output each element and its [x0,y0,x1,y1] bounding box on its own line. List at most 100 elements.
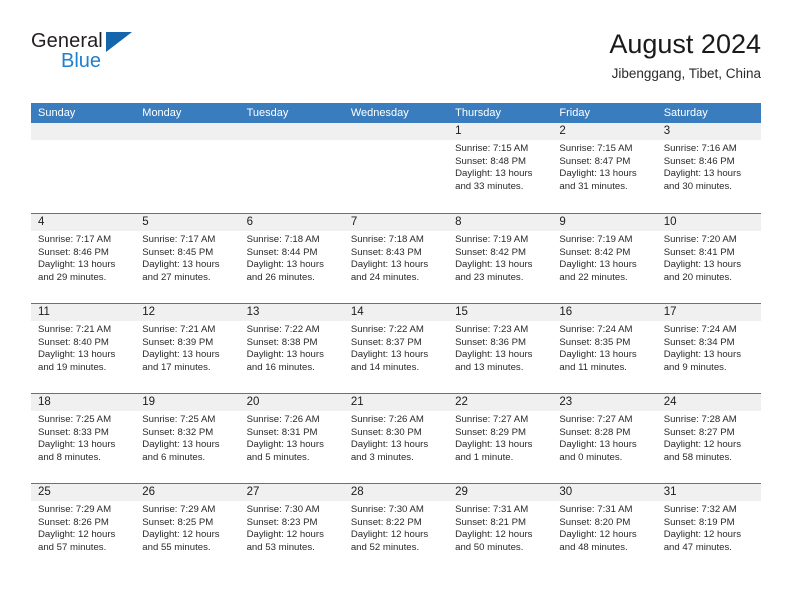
daylight-text-line2: and 48 minutes. [559,541,628,553]
calendar-day-cell[interactable]: 13 Sunrise: 7:22 AM Sunset: 8:38 PM Dayligh… [239,304,344,393]
daylight-text-line2: and 47 minutes. [663,541,732,553]
day-number: 3 [656,123,761,140]
sunset-text: Sunset: 8:45 PM [142,246,214,258]
calendar-day-cell[interactable]: 17 Sunrise: 7:24 AM Sunset: 8:34 PM Dayligh… [656,304,761,393]
weekday-header-friday: Friday [559,107,590,119]
calendar-day-cell[interactable]: 22 Sunrise: 7:27 AM Sunset: 8:29 PM Dayligh… [448,394,553,483]
day-number: 4 [31,214,136,231]
daylight-text-line1: Daylight: 12 hours [663,439,742,451]
daylight-text-line2: and 20 minutes. [663,271,732,283]
daylight-text-line1: Daylight: 13 hours [142,259,220,271]
sunrise-text: Sunrise: 7:24 AM [559,324,633,335]
day-sun-info: Sunrise: 7:24 AM Sunset: 8:35 PM Daylight:… [552,321,656,374]
day-sun-info: Sunrise: 7:28 AM Sunset: 8:27 PM Daylight:… [657,411,761,464]
sunrise-text: Sunrise: 7:21 AM [38,324,112,335]
brand-logo[interactable]: General Blue [31,30,151,82]
daylight-text-line2: and 22 minutes. [559,271,628,283]
calendar-day-cell[interactable]: 5 Sunrise: 7:17 AM Sunset: 8:45 PM Daylight… [135,214,240,303]
day-number [343,123,449,140]
calendar-day-cell[interactable]: 16 Sunrise: 7:24 AM Sunset: 8:35 PM Dayligh… [552,304,657,393]
calendar-day-cell[interactable]: 26 Sunrise: 7:29 AM Sunset: 8:25 PM Dayligh… [135,484,240,573]
daylight-text-line2: and 8 minutes. [38,451,101,463]
day-number: 22 [448,394,553,411]
day-sun-info: Sunrise: 7:19 AM Sunset: 8:42 PM Daylight:… [552,231,656,284]
sunrise-text: Sunrise: 7:22 AM [246,324,320,335]
daylight-text-line1: Daylight: 13 hours [38,259,116,271]
daylight-text-line2: and 57 minutes. [38,541,107,553]
calendar-day-cell[interactable]: 23 Sunrise: 7:27 AM Sunset: 8:28 PM Dayligh… [552,394,657,483]
day-sun-info: Sunrise: 7:30 AM Sunset: 8:23 PM Daylight:… [240,501,344,554]
weekday-header-monday: Monday [142,107,182,119]
calendar-day-cell[interactable]: 2 Sunrise: 7:15 AM Sunset: 8:47 PM Daylight… [552,123,657,213]
calendar-day-cell[interactable]: 24 Sunrise: 7:28 AM Sunset: 8:27 PM Dayligh… [656,394,761,483]
calendar-day-cell[interactable]: 11 Sunrise: 7:21 AM Sunset: 8:40 PM Dayligh… [31,304,136,393]
day-sun-info: Sunrise: 7:15 AM Sunset: 8:48 PM Daylight:… [448,140,552,193]
sunrise-text: Sunrise: 7:25 AM [38,414,112,425]
daylight-text-line2: and 26 minutes. [246,271,315,283]
calendar-day-cell[interactable]: 28 Sunrise: 7:30 AM Sunset: 8:22 PM Dayligh… [343,484,449,573]
day-number: 8 [448,214,553,231]
sunset-text: Sunset: 8:47 PM [559,155,631,167]
daylight-text-line1: Daylight: 12 hours [350,529,429,541]
weekday-header-row: Sunday Monday Tuesday Wednesday Thursday… [31,103,761,123]
day-sun-info: Sunrise: 7:26 AM Sunset: 8:30 PM Daylight:… [344,411,448,464]
day-sun-info: Sunrise: 7:15 AM Sunset: 8:47 PM Daylight:… [552,140,656,193]
day-sun-info: Sunrise: 7:17 AM Sunset: 8:46 PM Daylight:… [31,231,135,284]
sunset-text: Sunset: 8:43 PM [350,246,422,258]
calendar-day-cell[interactable]: 30 Sunrise: 7:31 AM Sunset: 8:20 PM Dayligh… [552,484,657,573]
calendar-day-cell[interactable]: 14 Sunrise: 7:22 AM Sunset: 8:37 PM Dayligh… [343,304,449,393]
calendar-day-cell[interactable]: 3 Sunrise: 7:16 AM Sunset: 8:46 PM Daylight… [656,123,761,213]
daylight-text-line1: Daylight: 13 hours [663,349,742,361]
sunset-text: Sunset: 8:48 PM [455,155,527,167]
day-number: 26 [135,484,240,501]
sunrise-text: Sunrise: 7:19 AM [455,234,529,245]
day-number: 23 [552,394,657,411]
daylight-text-line1: Daylight: 13 hours [663,259,742,271]
day-number: 29 [448,484,553,501]
calendar-day-cell[interactable]: 15 Sunrise: 7:23 AM Sunset: 8:36 PM Dayligh… [448,304,553,393]
calendar-day-cell[interactable]: 19 Sunrise: 7:25 AM Sunset: 8:32 PM Dayligh… [135,394,240,483]
daylight-text-line1: Daylight: 13 hours [246,259,324,271]
daylight-text-line1: Daylight: 13 hours [350,349,429,361]
sunset-text: Sunset: 8:23 PM [246,516,318,528]
calendar-day-cell[interactable]: 27 Sunrise: 7:30 AM Sunset: 8:23 PM Dayligh… [239,484,344,573]
calendar-day-cell[interactable]: 6 Sunrise: 7:18 AM Sunset: 8:44 PM Daylight… [239,214,344,303]
day-sun-info: Sunrise: 7:18 AM Sunset: 8:44 PM Daylight:… [240,231,344,284]
sunset-text: Sunset: 8:22 PM [350,516,422,528]
calendar-day-cell[interactable]: 31 Sunrise: 7:32 AM Sunset: 8:19 PM Dayligh… [656,484,761,573]
sunset-text: Sunset: 8:25 PM [142,516,214,528]
calendar-day-cell[interactable]: 1 Sunrise: 7:15 AM Sunset: 8:48 PM Daylight… [448,123,553,213]
calendar-day-cell[interactable]: 7 Sunrise: 7:18 AM Sunset: 8:43 PM Daylight… [343,214,449,303]
day-number: 9 [552,214,657,231]
day-number: 28 [343,484,449,501]
sunrise-text: Sunrise: 7:18 AM [246,234,320,245]
day-sun-info: Sunrise: 7:20 AM Sunset: 8:41 PM Daylight:… [657,231,761,284]
calendar-day-cell[interactable]: 21 Sunrise: 7:26 AM Sunset: 8:30 PM Dayligh… [343,394,449,483]
calendar-day-cell[interactable]: 8 Sunrise: 7:19 AM Sunset: 8:42 PM Daylight… [448,214,553,303]
calendar-day-cell[interactable]: 4 Sunrise: 7:17 AM Sunset: 8:46 PM Daylight… [31,214,136,303]
sunset-text: Sunset: 8:42 PM [455,246,527,258]
calendar-day-cell[interactable]: 12 Sunrise: 7:21 AM Sunset: 8:39 PM Dayligh… [135,304,240,393]
daylight-text-line2: and 5 minutes. [246,451,310,463]
daylight-text-line2: and 33 minutes. [455,180,524,192]
day-number: 14 [343,304,449,321]
sunrise-text: Sunrise: 7:26 AM [246,414,320,425]
sunset-text: Sunset: 8:33 PM [38,426,109,438]
calendar-day-cell[interactable]: 18 Sunrise: 7:25 AM Sunset: 8:33 PM Dayligh… [31,394,136,483]
day-sun-info: Sunrise: 7:29 AM Sunset: 8:25 PM Daylight:… [135,501,239,554]
day-sun-info: Sunrise: 7:16 AM Sunset: 8:46 PM Daylight:… [657,140,761,193]
day-number: 1 [448,123,553,140]
day-number: 27 [239,484,344,501]
sunset-text: Sunset: 8:42 PM [559,246,631,258]
daylight-text-line1: Daylight: 13 hours [142,349,220,361]
sunrise-text: Sunrise: 7:30 AM [246,504,320,515]
calendar-day-cell[interactable]: 25 Sunrise: 7:29 AM Sunset: 8:26 PM Dayligh… [31,484,136,573]
calendar-day-cell[interactable]: 9 Sunrise: 7:19 AM Sunset: 8:42 PM Daylight… [552,214,657,303]
day-sun-info: Sunrise: 7:25 AM Sunset: 8:32 PM Daylight:… [135,411,239,464]
calendar-day-cell[interactable]: 10 Sunrise: 7:20 AM Sunset: 8:41 PM Dayligh… [656,214,761,303]
sunrise-text: Sunrise: 7:32 AM [663,504,737,515]
sunset-text: Sunset: 8:39 PM [142,336,214,348]
calendar-day-cell[interactable]: 29 Sunrise: 7:31 AM Sunset: 8:21 PM Dayligh… [448,484,553,573]
sunset-text: Sunset: 8:41 PM [663,246,735,258]
calendar-day-cell[interactable]: 20 Sunrise: 7:26 AM Sunset: 8:31 PM Dayligh… [239,394,344,483]
